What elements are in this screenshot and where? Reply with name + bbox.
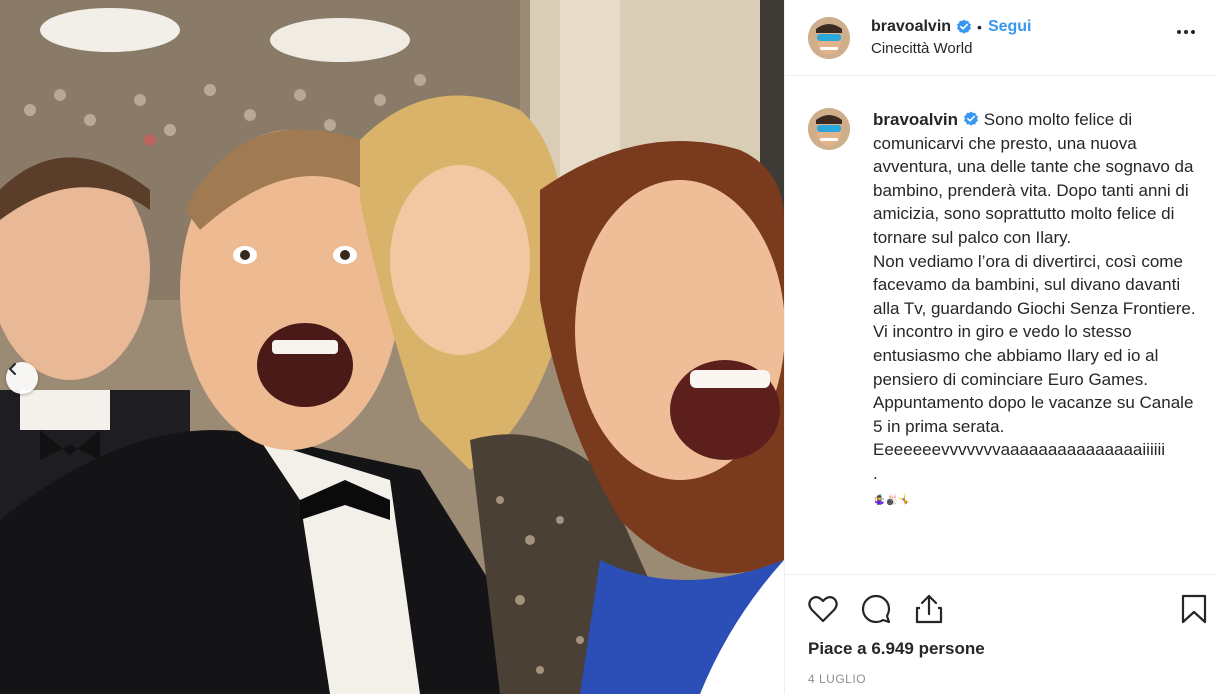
more-dots-glyph bbox=[1177, 30, 1195, 34]
caption-emoji: 🤹‍♀️🎳🤸 bbox=[873, 494, 911, 506]
more-options-icon[interactable] bbox=[1174, 20, 1198, 44]
caption-username[interactable]: bravoalvin bbox=[873, 110, 958, 129]
caption-text: bravoalvin Sono molto felice di comunica… bbox=[873, 108, 1203, 512]
follow-button[interactable]: Segui bbox=[988, 17, 1032, 37]
post-actions: Piace a 6.949 persone 4 LUGLIO bbox=[785, 574, 1217, 694]
post-location[interactable]: Cinecittà World bbox=[871, 39, 1032, 59]
post-side-panel: bravoalvin • Segui Cinecittà World bravo… bbox=[784, 0, 1217, 694]
caption-area: bravoalvin Sono molto felice di comunica… bbox=[785, 77, 1217, 572]
avatar[interactable] bbox=[808, 16, 850, 59]
heart-icon bbox=[808, 596, 838, 623]
bookmark-icon bbox=[1181, 594, 1207, 624]
chevron-left-icon bbox=[9, 363, 16, 375]
post-photo[interactable] bbox=[0, 0, 784, 694]
like-button[interactable] bbox=[806, 592, 840, 626]
avatar-image bbox=[808, 16, 850, 59]
caption-avatar[interactable] bbox=[808, 108, 850, 150]
comment-bubble-icon bbox=[861, 594, 891, 624]
verified-badge-icon bbox=[957, 19, 972, 34]
caption-verified-badge-icon bbox=[964, 111, 979, 126]
share-icon bbox=[915, 594, 943, 624]
caption-body: Sono molto felice di comunicarvi che pre… bbox=[873, 110, 1196, 483]
post-date[interactable]: 4 LUGLIO bbox=[808, 672, 866, 686]
author-username[interactable]: bravoalvin bbox=[871, 17, 951, 37]
post-author-info: bravoalvin • Segui Cinecittà World bbox=[871, 17, 1032, 59]
likes-count[interactable]: Piace a 6.949 persone bbox=[808, 639, 985, 659]
caption-avatar-image bbox=[808, 108, 850, 150]
carousel-previous-button[interactable] bbox=[6, 362, 38, 394]
save-button[interactable] bbox=[1177, 592, 1211, 626]
separator-dot: • bbox=[977, 18, 982, 35]
share-button[interactable] bbox=[912, 592, 946, 626]
comment-button[interactable] bbox=[859, 592, 893, 626]
post-header: bravoalvin • Segui Cinecittà World bbox=[785, 0, 1217, 76]
author-row: bravoalvin • Segui bbox=[871, 17, 1032, 37]
selfie-photo-illustration bbox=[0, 0, 784, 694]
